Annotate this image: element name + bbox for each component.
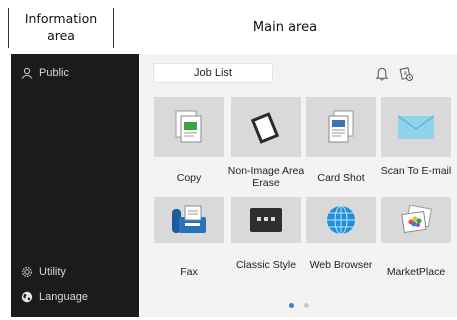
language-globe-icon	[21, 291, 33, 303]
information-area-caption: Information area	[8, 8, 114, 48]
tile-label: Copy	[176, 172, 202, 184]
job-list-button[interactable]: Job List	[153, 63, 273, 83]
job-status-icon[interactable]	[398, 66, 414, 82]
main-area: Job List Copy Non-Image Area Erase Card …	[140, 54, 457, 317]
public-label: Public	[39, 67, 69, 79]
tile-fax[interactable]: Fax	[154, 197, 224, 295]
page-indicator[interactable]	[140, 303, 457, 308]
tile-copy[interactable]: Copy	[154, 97, 224, 195]
envelope-icon	[397, 115, 435, 139]
card-shot-icon	[328, 110, 354, 143]
tile-label: Fax	[180, 266, 198, 278]
bell-icon[interactable]	[374, 66, 390, 82]
non-image-area-erase-icon	[250, 112, 280, 144]
tile-label: MarketPlace	[386, 266, 446, 278]
page-dot-active[interactable]	[288, 303, 294, 308]
tile-label: Scan To E-mail	[380, 165, 452, 177]
classic-style-icon	[250, 208, 282, 232]
utility-button[interactable]: Utility	[21, 266, 66, 278]
tile-card-shot[interactable]: Card Shot	[306, 97, 376, 195]
tile-classic-style[interactable]: Classic Style	[231, 197, 301, 295]
tile-scan-to-email[interactable]: Scan To E-mail	[381, 97, 451, 195]
main-area-caption: Main area	[252, 20, 318, 35]
user-icon	[21, 67, 33, 79]
tile-label: Web Browser	[309, 259, 373, 271]
information-area: Public Utility Language	[11, 54, 139, 317]
page-dot[interactable]	[303, 303, 309, 308]
marketplace-icon	[401, 205, 432, 234]
globe-icon	[327, 205, 355, 235]
tile-marketplace[interactable]: MarketPlace	[381, 197, 451, 295]
tile-web-browser[interactable]: Web Browser	[306, 197, 376, 295]
tile-label: Non-Image Area Erase	[227, 165, 305, 189]
tile-label: Classic Style	[235, 259, 297, 271]
public-user-button[interactable]: Public	[21, 67, 69, 79]
language-label: Language	[39, 291, 88, 303]
copy-icon	[175, 110, 202, 143]
language-button[interactable]: Language	[21, 291, 88, 303]
tile-label: Card Shot	[317, 172, 365, 184]
utility-label: Utility	[39, 266, 66, 278]
gear-icon	[21, 266, 33, 278]
fax-icon	[172, 205, 206, 233]
tile-non-image-area-erase[interactable]: Non-Image Area Erase	[228, 97, 304, 195]
